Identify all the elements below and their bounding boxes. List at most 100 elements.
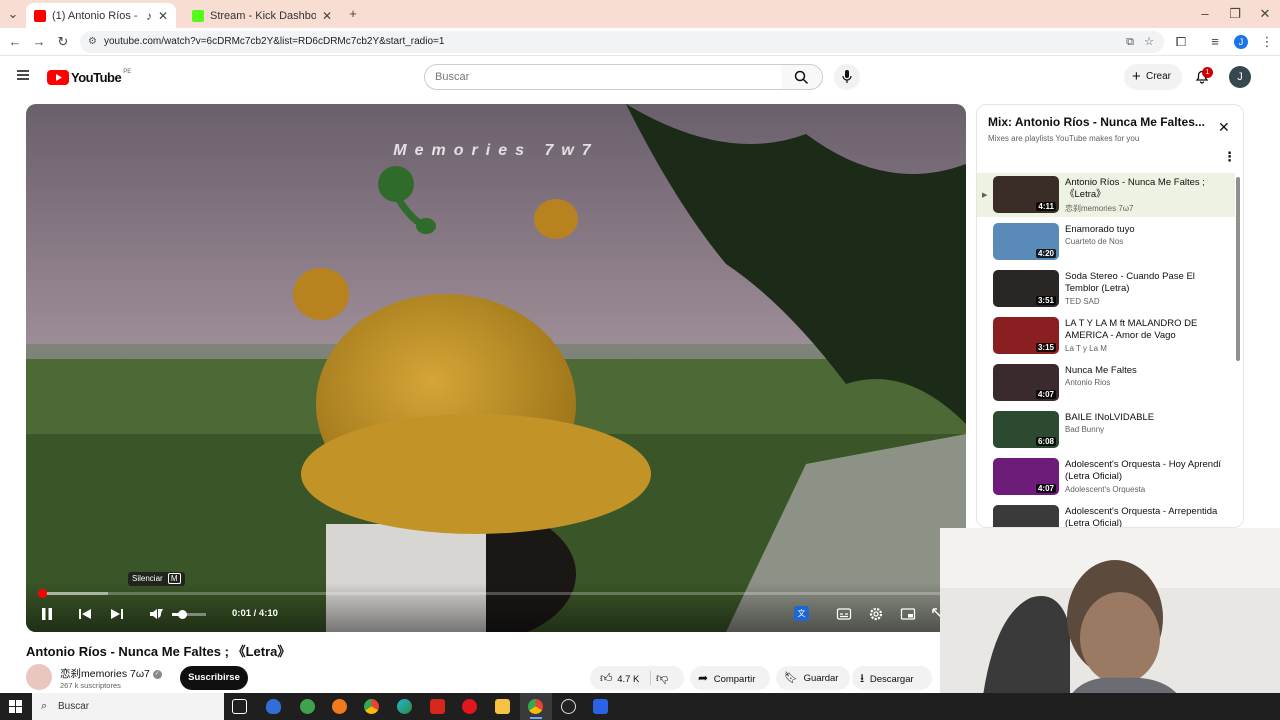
edge-icon[interactable] bbox=[397, 699, 412, 714]
progress-bar[interactable] bbox=[38, 589, 954, 598]
translate-icon: 文 bbox=[794, 606, 809, 621]
video-player[interactable]: Memories 7w7 Silenciar M 0:01 / 4:10 文 bbox=[26, 104, 966, 632]
next-button[interactable] bbox=[110, 606, 124, 622]
download-button[interactable]: ⭳ Descargar bbox=[852, 666, 932, 690]
settings-button[interactable] bbox=[868, 606, 884, 622]
obs-icon[interactable] bbox=[561, 699, 576, 714]
share-button[interactable]: ➦ Compartir bbox=[690, 666, 770, 690]
playlist-item[interactable]: 4:07 Nunca Me Faltes Antonio Rios bbox=[977, 361, 1235, 405]
app-icon[interactable] bbox=[593, 699, 608, 714]
playlist-item-title: Adolescent's Orquesta - Hoy Aprendí (Let… bbox=[1065, 459, 1222, 482]
opera-icon[interactable] bbox=[462, 699, 477, 714]
playlist-thumbnail[interactable]: 3:51 bbox=[993, 270, 1059, 307]
mute-button[interactable] bbox=[148, 606, 166, 622]
playlist-item[interactable]: 4:07 Adolescent's Orquesta - Hoy Aprendí … bbox=[977, 455, 1235, 499]
previous-button[interactable] bbox=[78, 606, 92, 622]
dislike-button[interactable]: 👎︎ bbox=[656, 666, 682, 690]
duration-badge: 4:07 bbox=[1035, 484, 1056, 493]
playlist-item[interactable]: 4:08 Adolescent's Orquesta - Arrepentida … bbox=[977, 502, 1235, 527]
playlist-thumbnail[interactable]: 6:08 bbox=[993, 411, 1059, 448]
webcam-feed bbox=[940, 528, 1280, 720]
playlist-thumbnail[interactable]: 3:15 bbox=[993, 317, 1059, 354]
playlist-item[interactable]: 6:08 BAILE INoLVIDABLE Bad Bunny bbox=[977, 408, 1235, 452]
profile-avatar[interactable]: J bbox=[1234, 35, 1248, 49]
windows-start-icon[interactable] bbox=[9, 700, 22, 713]
maximize-icon[interactable]: ❐ bbox=[1226, 5, 1244, 23]
search-button[interactable] bbox=[781, 64, 823, 90]
bookmark-star-icon[interactable]: ☆ bbox=[1144, 31, 1154, 53]
miniplayer-button[interactable] bbox=[900, 606, 916, 622]
volume-slider[interactable] bbox=[172, 610, 206, 619]
wps-icon[interactable] bbox=[430, 699, 445, 714]
search-input[interactable]: Buscar bbox=[424, 64, 782, 90]
channel-name[interactable]: 恋刹memories 7ω7 ✓ bbox=[60, 666, 162, 681]
auto-translate-button[interactable]: 文 bbox=[794, 606, 810, 622]
volume-knob[interactable] bbox=[178, 610, 187, 619]
forward-icon[interactable]: → bbox=[30, 33, 48, 51]
firefox-icon[interactable] bbox=[332, 699, 347, 714]
playlist-title[interactable]: Mix: Antonio Ríos - Nunca Me Faltes... bbox=[988, 115, 1210, 129]
channel-avatar[interactable] bbox=[26, 664, 52, 690]
reading-list-icon[interactable]: ≡ bbox=[1206, 33, 1224, 51]
save-label: Guardar bbox=[803, 673, 839, 684]
chrome-active-icon[interactable] bbox=[528, 699, 543, 714]
kick-favicon-icon bbox=[192, 9, 204, 22]
reload-icon[interactable]: ↻ bbox=[54, 33, 72, 51]
subtitles-icon bbox=[836, 608, 852, 620]
audio-icon[interactable]: ♪ bbox=[146, 9, 152, 23]
browser-menu-icon[interactable]: ⋮ bbox=[1258, 33, 1276, 51]
shield-icon[interactable] bbox=[266, 699, 281, 714]
voice-search-button[interactable] bbox=[834, 64, 860, 90]
close-window-icon[interactable]: ✕ bbox=[1256, 5, 1274, 23]
new-tab-icon[interactable]: + bbox=[344, 5, 362, 23]
playlist-item[interactable]: 3:15 LA T Y LA M ft MALANDRO DE AMERICA -… bbox=[977, 314, 1235, 358]
task-view-icon[interactable] bbox=[232, 699, 247, 714]
playlist-thumbnail[interactable]: 4:07 bbox=[993, 458, 1059, 495]
progress-scrubber[interactable] bbox=[38, 589, 47, 598]
playlist-thumbnail[interactable]: 4:08 bbox=[993, 505, 1059, 527]
playlist-thumbnail[interactable]: 4:07 bbox=[993, 364, 1059, 401]
playlist-thumbnail[interactable]: 4:11 bbox=[993, 176, 1059, 213]
file-explorer-icon[interactable] bbox=[495, 699, 510, 714]
like-dislike-group: 👍︎ 4.7 K 👎︎ bbox=[590, 666, 684, 690]
like-button[interactable]: 👍︎ 4.7 K bbox=[590, 666, 650, 690]
site-info-icon[interactable]: ⚙ bbox=[88, 31, 97, 53]
webcam-overlay bbox=[940, 528, 1280, 720]
install-app-icon[interactable]: ⧉ bbox=[1126, 31, 1134, 53]
tab-youtube[interactable]: (1) Antonio Ríos - Nunca M ♪ ✕ bbox=[26, 3, 176, 28]
extensions-icon[interactable]: ⧠ bbox=[1172, 33, 1190, 51]
hamburger-menu-icon[interactable] bbox=[16, 68, 30, 82]
thumbs-up-icon: 👍︎ bbox=[600, 671, 613, 685]
back-icon[interactable]: ← bbox=[6, 33, 24, 51]
account-avatar[interactable]: J bbox=[1229, 66, 1251, 88]
mix-playlist-panel: Mix: Antonio Ríos - Nunca Me Faltes... M… bbox=[976, 104, 1244, 528]
tab-title: Stream - Kick Dashboard bbox=[210, 9, 316, 22]
subscribe-button[interactable]: Suscribirse bbox=[180, 666, 248, 690]
tab-kick-dashboard[interactable]: Stream - Kick Dashboard ✕ bbox=[184, 3, 340, 28]
chrome-icon[interactable] bbox=[364, 699, 379, 714]
minimize-icon[interactable]: – bbox=[1196, 5, 1214, 23]
close-playlist-icon[interactable]: ✕ bbox=[1218, 119, 1230, 136]
search-icon bbox=[794, 70, 809, 85]
playlist-thumbnail[interactable]: 4:20 bbox=[993, 223, 1059, 260]
create-button[interactable]: + Crear bbox=[1124, 64, 1182, 90]
download-label: Descargar bbox=[869, 674, 914, 685]
browser-tab-bar: ⌄ (1) Antonio Ríos - Nunca M ♪ ✕ Stream … bbox=[0, 0, 1280, 28]
close-tab-icon[interactable]: ✕ bbox=[322, 9, 332, 23]
youtube-logo[interactable]: YouTube PE bbox=[47, 69, 131, 85]
upwork-icon[interactable] bbox=[300, 699, 315, 714]
playlist-more-icon[interactable]: ⋮ bbox=[1223, 149, 1236, 165]
save-button[interactable]: 🔖︎ Guardar bbox=[776, 666, 850, 690]
tab-search-chevron-icon[interactable]: ⌄ bbox=[4, 5, 22, 23]
close-tab-icon[interactable]: ✕ bbox=[158, 9, 168, 23]
playlist-item[interactable]: 3:51 Soda Stereo - Cuando Pase El Temblor… bbox=[977, 267, 1235, 311]
taskbar-search[interactable]: ⌕ Buscar bbox=[32, 693, 224, 720]
subtitles-button[interactable] bbox=[836, 606, 852, 622]
pause-button[interactable] bbox=[40, 606, 54, 622]
playlist-item[interactable]: ▶ 4:11 Antonio Ríos - Nunca Me Faltes ; 《L… bbox=[977, 173, 1235, 217]
playlist-scrollbar[interactable] bbox=[1236, 177, 1240, 361]
windows-taskbar: ⌕ Buscar bbox=[0, 693, 1280, 720]
url-field[interactable]: ⚙ youtube.com/watch?v=6cDRMc7cb2Y&list=R… bbox=[80, 31, 1164, 53]
playlist-item[interactable]: 4:20 Enamorado tuyo Cuarteto de Nos bbox=[977, 220, 1235, 264]
playlist-item-channel: La T y La M bbox=[1065, 344, 1107, 353]
